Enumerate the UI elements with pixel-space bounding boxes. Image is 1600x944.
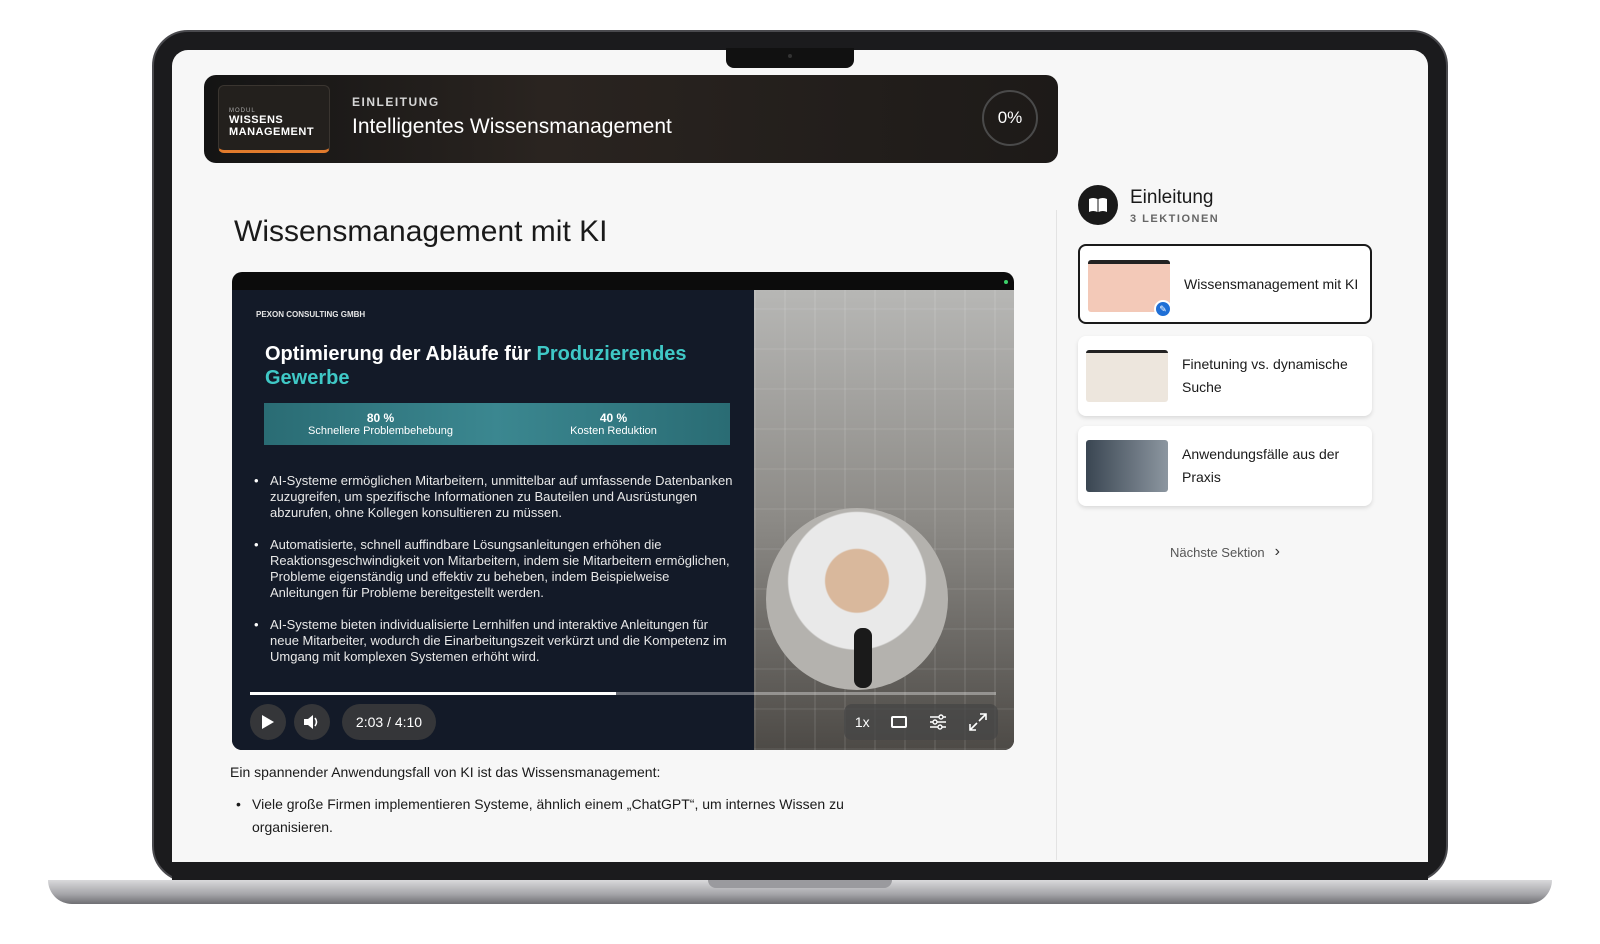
section-lesson-count: 3 LEKTIONEN [1130, 213, 1220, 225]
video-player[interactable]: PEXON CONSULTING GMBH Optimierung der Ab… [232, 272, 1014, 750]
module-logo: MODUL WISSENS MANAGEMENT [218, 85, 330, 153]
edit-badge-icon: ✎ [1154, 300, 1172, 318]
stat-value: 40 % [599, 411, 628, 425]
logo-line-1: WISSENS [229, 114, 284, 126]
play-icon [262, 715, 274, 729]
captions-icon[interactable] [891, 716, 908, 728]
lesson-thumbnail [1086, 350, 1168, 402]
lesson-label: Anwendungsfälle aus der Praxis [1182, 446, 1340, 485]
lesson-thumbnail [1086, 440, 1168, 492]
stat-label: Schnellere Problembehebung [308, 425, 453, 437]
slide-bullet: AI-Systeme ermöglichen Mitarbeitern, unm… [254, 473, 734, 521]
stat-bar: 80 % Schnellere Problembehebung 40 % Kos… [264, 403, 730, 445]
slide-company: PEXON CONSULTING GMBH [256, 310, 366, 319]
body-list: Viele große Firmen implementieren System… [234, 793, 914, 839]
lesson-label: Wissensmanagement mit KI [1184, 275, 1359, 292]
slide-bullet: AI-Systeme bieten individualisierte Lern… [254, 617, 734, 665]
status-dot [1004, 280, 1008, 284]
video-controls-right: 1x [844, 704, 998, 740]
time-display: 2:03 / 4:10 [342, 704, 436, 740]
stat-item: 40 % Kosten Reduktion [497, 403, 730, 445]
stat-value: 80 % [366, 411, 395, 425]
bottom-bezel [172, 862, 1428, 880]
book-icon [1078, 185, 1118, 225]
slide-bullet: Automatisierte, schnell auffindbare Lösu… [254, 537, 734, 601]
screen: MODUL WISSENS MANAGEMENT EINLEITUNG Inte… [172, 50, 1428, 862]
slide-title-plain: Optimierung der Abläufe für [265, 343, 537, 365]
module-banner: MODUL WISSENS MANAGEMENT EINLEITUNG Inte… [204, 75, 1058, 163]
lesson-card-wissensmanagement[interactable]: ✎ Wissensmanagement mit KI [1078, 244, 1372, 324]
play-button[interactable] [250, 704, 286, 740]
logo-line-2: MANAGEMENT [229, 126, 315, 138]
lesson-title: Wissensmanagement mit KI [234, 215, 608, 248]
sidebar-divider [1056, 210, 1057, 860]
presenter-avatar [766, 508, 948, 690]
stat-label: Kosten Reduktion [570, 425, 657, 437]
chevron-right-icon: › [1274, 543, 1280, 560]
volume-icon [304, 715, 318, 729]
body-list-item: Viele große Firmen implementieren System… [234, 793, 914, 839]
video-progress-bar[interactable] [250, 692, 996, 695]
slide-bullets: AI-Systeme ermöglichen Mitarbeitern, unm… [254, 473, 734, 681]
stat-item: 80 % Schnellere Problembehebung [264, 403, 497, 445]
module-kicker: EINLEITUNG [352, 95, 440, 109]
next-section-button[interactable]: Nächste Sektion › [1078, 532, 1372, 572]
lesson-label: Finetuning vs. dynamische Suche [1182, 356, 1348, 395]
camera-notch [726, 48, 854, 68]
microphone-icon [854, 628, 872, 688]
lesson-card-finetuning[interactable]: Finetuning vs. dynamische Suche [1078, 336, 1372, 416]
volume-button[interactable] [294, 704, 330, 740]
video-slide: PEXON CONSULTING GMBH Optimierung der Ab… [232, 290, 754, 750]
speed-button[interactable]: 1x [855, 714, 870, 730]
laptop-base-groove [708, 880, 892, 888]
module-title: Intelligentes Wissensmanagement [352, 115, 672, 138]
video-progress-fill [250, 692, 616, 695]
next-section-label: Nächste Sektion [1170, 544, 1265, 560]
lesson-card-anwendungsfaelle[interactable]: Anwendungsfälle aus der Praxis [1078, 426, 1372, 506]
section-title: Einleitung [1130, 187, 1214, 208]
webcam-icon [788, 54, 792, 58]
fullscreen-icon[interactable] [969, 713, 987, 731]
slide-title: Optimierung der Abläufe für Produzierend… [265, 342, 735, 390]
body-intro: Ein spannender Anwendungsfall von KI ist… [230, 764, 661, 780]
settings-icon[interactable] [929, 714, 947, 730]
presenter-camera-feed [754, 290, 1014, 750]
progress-indicator: 0% [982, 90, 1038, 146]
